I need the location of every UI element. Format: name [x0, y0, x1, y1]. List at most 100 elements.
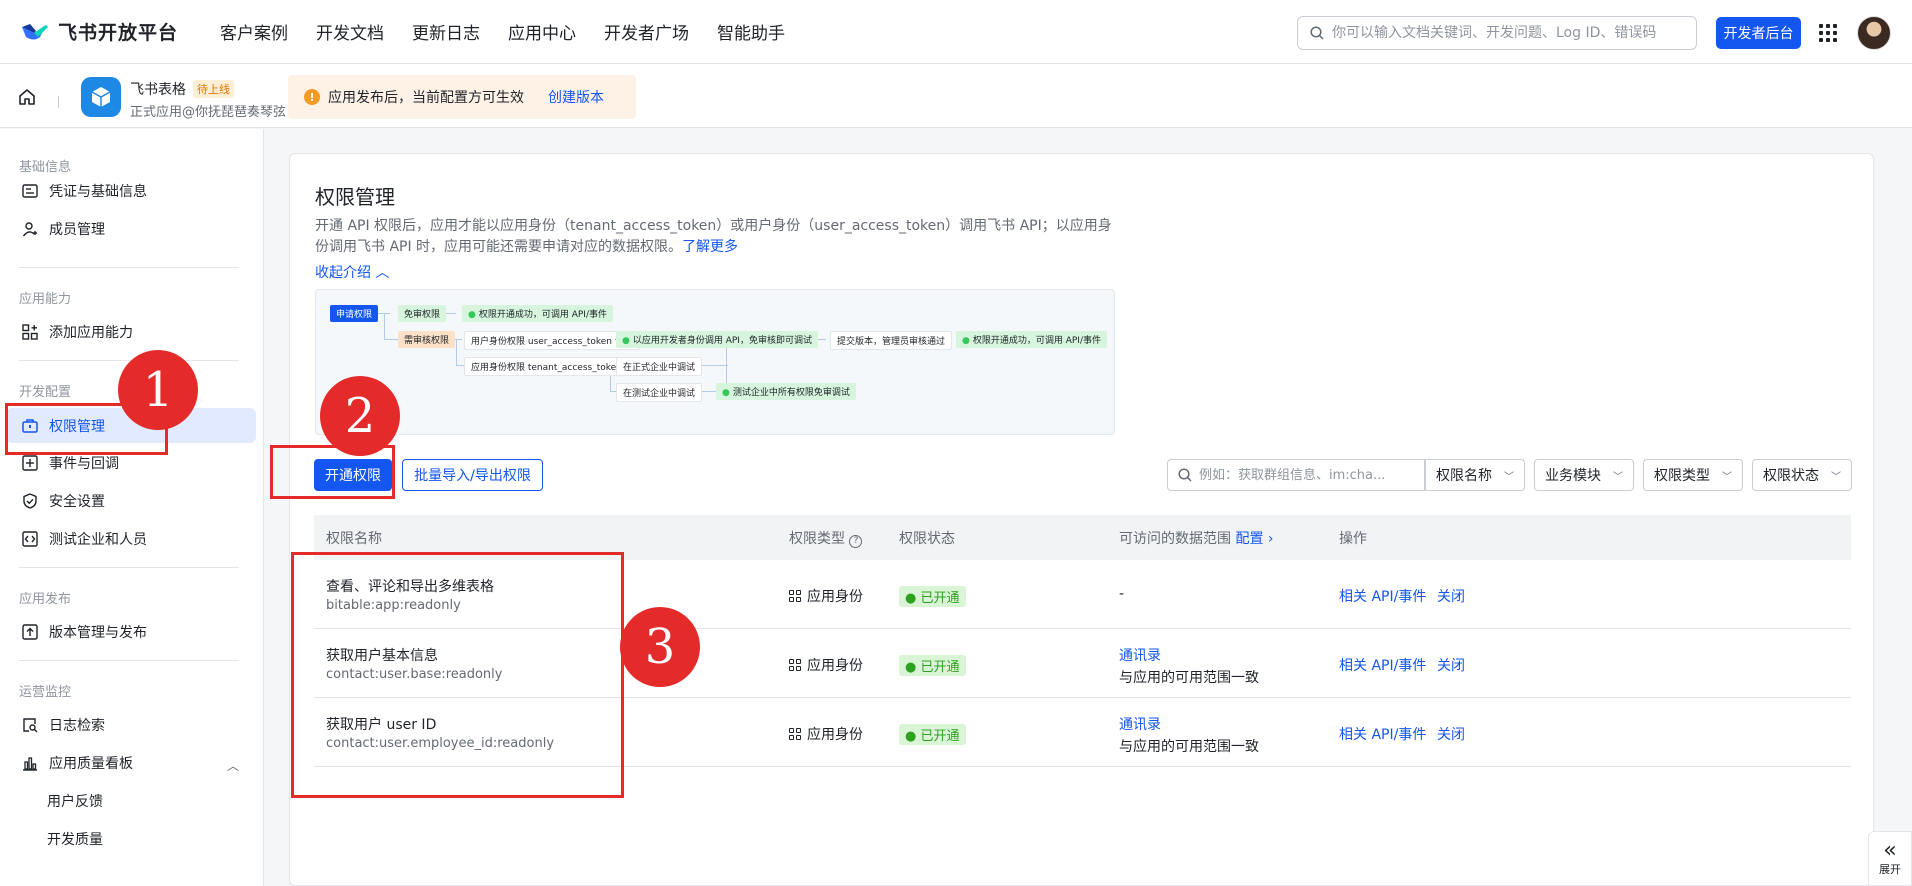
permission-search[interactable] [1167, 459, 1425, 491]
flow-step-submit: 提交版本，管理员审核通过 [830, 331, 953, 350]
nav-item-dev-square[interactable]: 开发者广场 [604, 19, 689, 44]
flow-step-free-result: 权限开通成功，可调用 API/事件 [462, 305, 613, 322]
sidebar-item-label: 测试企业和人员 [49, 531, 147, 548]
related-api-link[interactable]: 相关 API/事件 [1339, 586, 1426, 606]
chevron-up-icon: ︿ [375, 265, 390, 281]
search-input[interactable] [1332, 25, 1672, 41]
permission-search-input[interactable] [1199, 467, 1414, 483]
developer-console-button[interactable]: 开发者后台 [1716, 17, 1801, 49]
search-icon [1310, 26, 1324, 40]
sidebar: 基础信息 凭证与基础信息 成员管理 应用能力 添加应用能力 开发配置 权限管理 … [0, 129, 264, 886]
status-badge: ● 已开通 [899, 586, 966, 607]
sidebar-item-label: 应用质量看板 [49, 755, 133, 772]
status-label: 已开通 [920, 660, 960, 675]
app-name: 飞书表格 [130, 82, 186, 98]
divider [58, 96, 59, 108]
apps-icon [789, 728, 801, 740]
logo[interactable]: 飞书开放平台 [20, 18, 178, 45]
apps-grid-icon[interactable] [1819, 24, 1837, 42]
configure-scope-link[interactable]: 配置 [1235, 531, 1263, 547]
bar-chart-icon [21, 754, 39, 772]
top-nav: 飞书开放平台 客户案例 开发文档 更新日志 应用中心 开发者广场 智能助手 开发… [0, 0, 1912, 64]
batch-import-export-button[interactable]: 批量导入/导出权限 [402, 459, 543, 491]
chevron-up-icon[interactable]: ︿ [227, 757, 239, 774]
intro-text: 开通 API 权限后，应用才能以应用身份（tenant_access_token… [315, 216, 1115, 258]
scope-contacts-link[interactable]: 通讯录 [1119, 714, 1161, 734]
nav-item-app-center[interactable]: 应用中心 [508, 19, 576, 44]
sidebar-item-label: 凭证与基础信息 [49, 183, 147, 200]
connector [384, 339, 398, 340]
close-permission-link[interactable]: 关闭 [1437, 724, 1465, 744]
sidebar-item-members[interactable]: 成员管理 [6, 211, 256, 246]
app-bar: 飞书表格 待上线 正式应用@你抚琵琶奏琴弦 ! 应用发布后，当前配置方可生效 创… [0, 64, 1912, 128]
upload-icon [21, 623, 39, 641]
nav-item-assistant[interactable]: 智能助手 [717, 19, 785, 44]
global-search[interactable] [1297, 16, 1697, 50]
event-icon [21, 454, 39, 472]
close-permission-link[interactable]: 关闭 [1437, 655, 1465, 675]
flow-step-test-debug: 在测试企业中调试 [616, 383, 703, 402]
sidebar-item-versions[interactable]: 版本管理与发布 [6, 614, 256, 649]
learn-more-link[interactable]: 了解更多 [682, 239, 738, 255]
apps-icon [789, 590, 801, 602]
app-icon[interactable] [81, 77, 121, 117]
scope-description: 与应用的可用范围一致 [1119, 670, 1259, 686]
page-title: 权限管理 [315, 185, 395, 209]
sidebar-item-feedback[interactable]: 用户反馈 [6, 783, 256, 818]
chevron-down-icon: ﹀ [1504, 471, 1514, 483]
permission-type-label: 应用身份 [807, 589, 863, 605]
filter-field-select[interactable]: 权限名称 ﹀ [1425, 459, 1525, 491]
permission-type-label: 应用身份 [807, 727, 863, 743]
cube-icon [91, 87, 111, 107]
sidebar-item-label: 成员管理 [49, 221, 105, 238]
annotation-circle-2: 2 [320, 376, 400, 456]
collapse-intro-toggle[interactable]: 收起介绍 ︿ [315, 262, 389, 282]
sidebar-item-dev-quality[interactable]: 开发质量 [6, 821, 256, 856]
sidebar-item-quality-board[interactable]: 应用质量看板 [6, 745, 256, 780]
filter-module-select[interactable]: 业务模块 ﹀ [1534, 459, 1634, 491]
sidebar-item-log-search[interactable]: 日志检索 [6, 707, 256, 742]
nav-item-changelog[interactable]: 更新日志 [412, 19, 480, 44]
sidebar-item-credentials[interactable]: 凭证与基础信息 [6, 173, 256, 208]
sidebar-group-title: 应用发布 [19, 592, 72, 607]
sidebar-item-label: 开发质量 [47, 831, 103, 848]
shield-icon [21, 492, 39, 510]
sidebar-item-security[interactable]: 安全设置 [6, 483, 256, 518]
filter-label: 权限名称 [1436, 468, 1492, 484]
notice-text: 应用发布后，当前配置方可生效 [328, 90, 524, 106]
filter-type-select[interactable]: 权限类型 ﹀ [1643, 459, 1743, 491]
connector [700, 391, 716, 392]
create-version-link[interactable]: 创建版本 [548, 87, 604, 107]
warning-icon: ! [304, 89, 320, 105]
sidebar-item-add-capability[interactable]: 添加应用能力 [6, 314, 256, 349]
sidebar-item-label: 用户反馈 [47, 793, 103, 810]
sidebar-item-label: 事件与回调 [49, 455, 119, 472]
filter-status-select[interactable]: 权限状态 ﹀ [1752, 459, 1852, 491]
close-permission-link[interactable]: 关闭 [1437, 586, 1465, 606]
sidebar-item-test-tenants[interactable]: 测试企业和人员 [6, 521, 256, 556]
user-avatar[interactable] [1857, 16, 1891, 50]
related-api-link[interactable]: 相关 API/事件 [1339, 655, 1426, 675]
divider [19, 567, 239, 568]
scope-contacts-link[interactable]: 通讯录 [1119, 645, 1161, 665]
status-badge: 待上线 [193, 80, 234, 98]
logo-text: 飞书开放平台 [58, 22, 179, 44]
flow-step-free: 免审权限 [398, 305, 447, 322]
related-api-link[interactable]: 相关 API/事件 [1339, 724, 1426, 744]
filter-label: 权限状态 [1763, 468, 1819, 484]
chevron-down-icon: ﹀ [1613, 471, 1623, 483]
apps-icon [789, 659, 801, 671]
help-icon[interactable]: ? [849, 535, 863, 548]
nav-item-cases[interactable]: 客户案例 [220, 19, 288, 44]
expand-panel-button[interactable]: « 展开 [1868, 831, 1912, 886]
flow-step-prod-debug: 在正式企业中调试 [616, 357, 703, 376]
nav-item-docs[interactable]: 开发文档 [316, 19, 384, 44]
code-icon [21, 530, 39, 548]
sidebar-item-label: 安全设置 [49, 493, 105, 510]
sidebar-item-label: 日志检索 [49, 717, 105, 734]
main-nav: 客户案例 开发文档 更新日志 应用中心 开发者广场 智能助手 [220, 19, 813, 44]
home-icon[interactable] [17, 87, 37, 107]
collapse-label: 收起介绍 [315, 265, 371, 281]
feishu-logo-icon [22, 23, 48, 39]
status-label: 已开通 [920, 729, 960, 744]
